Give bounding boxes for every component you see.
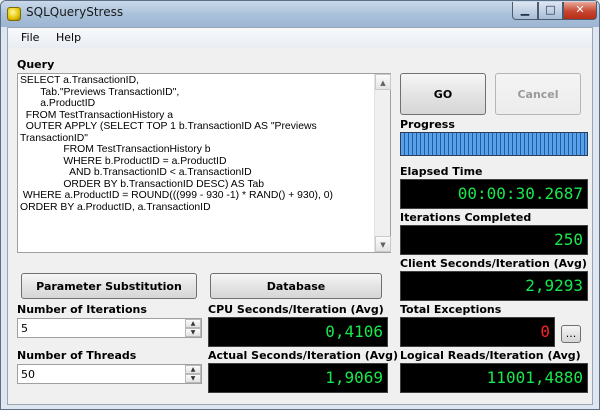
- query-scrollbar[interactable]: ▲ ▼: [374, 74, 391, 252]
- progress-bar: [400, 132, 588, 156]
- menu-help[interactable]: Help: [56, 31, 81, 44]
- elapsed-time-value: 00:00:30.2687: [400, 179, 588, 209]
- client-seconds-value: 2,9293: [400, 271, 588, 301]
- iterations-spin-buttons: ▲ ▼: [185, 319, 201, 337]
- threads-stepper[interactable]: 50 ▲ ▼: [17, 364, 202, 384]
- parameter-substitution-button[interactable]: Parameter Substitution: [21, 273, 197, 299]
- iterations-completed-label: Iterations Completed: [400, 211, 532, 224]
- window-title: SQLQueryStress: [26, 5, 124, 19]
- client-seconds-label: Client Seconds/Iteration (Avg): [400, 257, 587, 270]
- iterations-value[interactable]: 5: [21, 322, 28, 335]
- maximize-button[interactable]: □: [538, 2, 563, 20]
- menu-bar: File Help: [8, 28, 592, 48]
- app-icon: [7, 7, 21, 21]
- database-button[interactable]: Database: [210, 273, 382, 299]
- elapsed-time-label: Elapsed Time: [400, 165, 483, 178]
- cancel-button[interactable]: Cancel: [495, 73, 581, 115]
- progress-label: Progress: [400, 118, 455, 131]
- minimize-button[interactable]: ▁: [512, 2, 538, 20]
- app-window: SQLQueryStress ▁ □ ✕ File Help Query SEL…: [0, 0, 600, 410]
- spin-up-icon[interactable]: ▲: [185, 319, 201, 328]
- client-area: File Help Query SELECT a.TransactionID, …: [7, 27, 593, 405]
- query-editor[interactable]: SELECT a.TransactionID, Tab."Previews Tr…: [17, 73, 391, 253]
- cpu-seconds-value: 0,4106: [208, 317, 388, 347]
- threads-spin-buttons: ▲ ▼: [185, 365, 201, 383]
- total-exceptions-value: 0: [400, 317, 555, 347]
- spin-down-icon[interactable]: ▼: [185, 328, 201, 337]
- threads-value[interactable]: 50: [21, 368, 35, 381]
- iterations-label: Number of Iterations: [17, 303, 147, 316]
- query-label: Query: [17, 58, 55, 71]
- query-text[interactable]: SELECT a.TransactionID, Tab."Previews Tr…: [20, 75, 372, 251]
- title-bar[interactable]: SQLQueryStress ▁ □ ✕: [1, 1, 599, 27]
- total-exceptions-label: Total Exceptions: [400, 303, 502, 316]
- spin-up-icon[interactable]: ▲: [185, 365, 201, 374]
- scroll-down-icon[interactable]: ▼: [375, 236, 391, 252]
- cpu-seconds-label: CPU Seconds/Iteration (Avg): [208, 303, 384, 316]
- go-button[interactable]: GO: [400, 73, 486, 115]
- logical-reads-value: 11001,4880: [400, 363, 588, 393]
- close-button[interactable]: ✕: [563, 2, 597, 20]
- menu-file[interactable]: File: [21, 31, 39, 44]
- actual-seconds-label: Actual Seconds/Iteration (Avg): [208, 349, 399, 362]
- iterations-completed-value: 250: [400, 225, 588, 255]
- scroll-up-icon[interactable]: ▲: [375, 74, 391, 90]
- threads-label: Number of Threads: [17, 349, 137, 362]
- iterations-stepper[interactable]: 5 ▲ ▼: [17, 318, 202, 338]
- exceptions-details-button[interactable]: ...: [561, 325, 581, 343]
- logical-reads-label: Logical Reads/Iteration (Avg): [400, 349, 581, 362]
- spin-down-icon[interactable]: ▼: [185, 374, 201, 383]
- actual-seconds-value: 1,9069: [208, 363, 388, 393]
